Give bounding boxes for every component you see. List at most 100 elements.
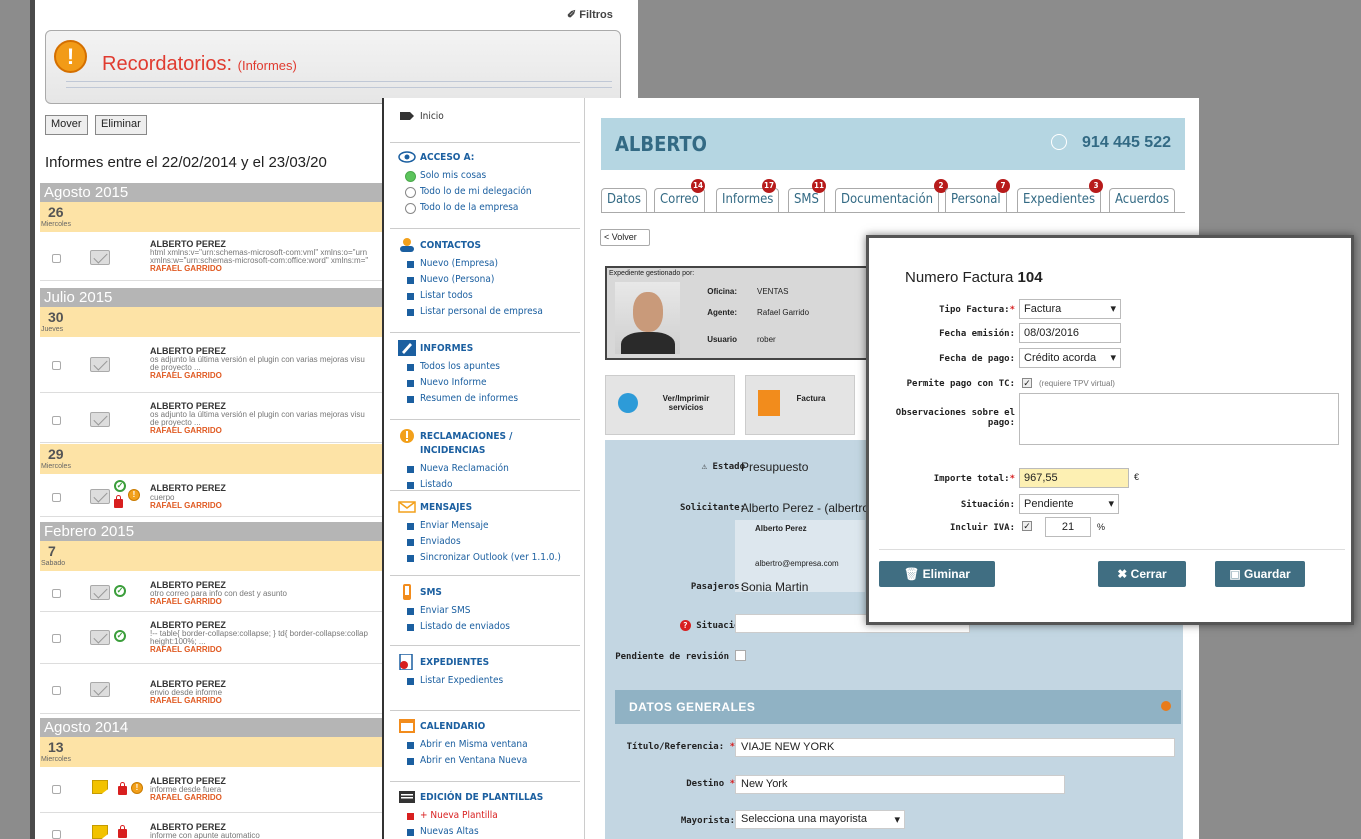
- nav-item-send-message[interactable]: Enviar Mensaje: [396, 518, 576, 534]
- save-button[interactable]: ▣ Guardar: [1215, 561, 1305, 587]
- divider: [390, 710, 580, 711]
- nav-item-all-notes[interactable]: Todos los apuntes: [396, 359, 576, 375]
- back-button[interactable]: < Volver: [600, 229, 650, 246]
- filters-label: Filtros: [579, 9, 613, 21]
- invoice-type-select[interactable]: Factura: [1019, 299, 1121, 319]
- nav-item-new-template[interactable]: + Nueva Plantilla: [396, 808, 576, 824]
- payment-date-select[interactable]: Crédito acorda: [1019, 348, 1121, 368]
- nav-item-list-files[interactable]: Listar Expedientes: [396, 673, 576, 689]
- nav-item-list-all[interactable]: Listar todos: [396, 288, 576, 304]
- tab-informes[interactable]: Informes 17: [716, 179, 780, 212]
- row-checkbox[interactable]: [52, 416, 61, 425]
- requester-value[interactable]: Alberto Perez - (albertro@: [741, 501, 881, 515]
- nav-item-new-signups[interactable]: Nuevas Altas: [396, 824, 576, 839]
- tab-acuerdos[interactable]: Acuerdos: [1109, 188, 1176, 212]
- row-checkbox[interactable]: [52, 254, 61, 263]
- close-button[interactable]: ✖ Cerrar: [1098, 561, 1186, 587]
- access-option-company[interactable]: Todo lo de la empresa: [396, 200, 576, 216]
- section-general-data: DATOS GENERALES: [615, 690, 1181, 724]
- status-select[interactable]: Pendiente: [1019, 494, 1119, 514]
- nav-home[interactable]: Inicio: [396, 110, 576, 124]
- destination-input[interactable]: New York: [735, 775, 1065, 794]
- contact-phone[interactable]: 914 445 522: [1082, 134, 1171, 152]
- nav-item-report-summary[interactable]: Resumen de informes: [396, 391, 576, 407]
- total-amount-label: Importe total:*: [933, 474, 1015, 484]
- tab-personal[interactable]: Personal 7: [945, 179, 1010, 212]
- filters-link[interactable]: ✐ Filtros: [567, 8, 613, 21]
- nav-section-contacts: CONTACTOS Nuevo (Empresa) Nuevo (Persona…: [396, 238, 576, 320]
- divider: [390, 781, 580, 782]
- payment-notes-textarea[interactable]: [1019, 393, 1339, 445]
- tab-datos[interactable]: Datos: [601, 188, 648, 212]
- nav-item-new-report[interactable]: Nuevo Informe: [396, 375, 576, 391]
- print-services-button[interactable]: Ver/Imprimir servicios: [605, 375, 735, 435]
- warning-icon: !: [54, 40, 87, 73]
- tab-expedientes[interactable]: Expedientes 3: [1017, 179, 1103, 212]
- wholesaler-select[interactable]: Selecciona una mayorista: [735, 810, 905, 829]
- tab-correo[interactable]: Correo 14: [654, 179, 705, 212]
- divider: [879, 549, 1345, 550]
- tab-label: Correo: [660, 192, 699, 207]
- day-number: 30: [48, 309, 64, 325]
- tab-sms[interactable]: SMS 11: [788, 179, 826, 212]
- modal-title: Numero Factura 104: [905, 269, 1043, 286]
- tab-documentacion[interactable]: Documentación 2: [835, 179, 948, 212]
- requester-email[interactable]: albertro@empresa.com: [755, 559, 839, 568]
- eye-icon: [398, 151, 416, 163]
- count-badge: 11: [812, 179, 826, 193]
- nav-item-sent-list[interactable]: Listado de enviados: [396, 619, 576, 635]
- divider: [390, 645, 580, 646]
- nav-item-open-new[interactable]: Abrir en Ventana Nueva: [396, 753, 576, 769]
- row-checkbox[interactable]: [52, 785, 61, 794]
- passengers-value[interactable]: Sonia Martin: [741, 580, 808, 594]
- total-amount-input[interactable]: 967,55: [1019, 468, 1129, 488]
- invoice-button[interactable]: Factura: [745, 375, 855, 435]
- row-checkbox[interactable]: [52, 686, 61, 695]
- calendar-icon: [399, 719, 415, 733]
- lock-icon: [118, 825, 127, 838]
- vat-rate-input[interactable]: 21: [1045, 517, 1091, 537]
- nav-item-sync-outlook[interactable]: Sincronizar Outlook (ver 1.1.0.): [396, 550, 576, 566]
- weekday: Miercoles: [41, 463, 71, 470]
- move-button[interactable]: Mover: [45, 115, 88, 135]
- issue-date-input[interactable]: 08/03/2016: [1019, 323, 1121, 343]
- row-checkbox[interactable]: [52, 361, 61, 370]
- nav-section-messages: MENSAJES Enviar Mensaje Enviados Sincron…: [396, 501, 576, 566]
- nav-item-new-person[interactable]: Nuevo (Persona): [396, 272, 576, 288]
- title-label-text: Título/Referencia:: [626, 742, 725, 752]
- row-checkbox[interactable]: [52, 493, 61, 502]
- nav-section-title: SMS: [420, 587, 442, 598]
- destination-label-text: Destino: [686, 779, 725, 789]
- nav-item-new-company[interactable]: Nuevo (Empresa): [396, 256, 576, 272]
- title-input[interactable]: VIAJE NEW YORK: [735, 738, 1175, 757]
- pencil-icon: [398, 340, 416, 356]
- weekday: Miercoles: [41, 756, 71, 763]
- nav-section-calendar: CALENDARIO Abrir en Misma ventana Abrir …: [396, 719, 576, 769]
- nav-item-new-claim[interactable]: Nueva Reclamación: [396, 461, 576, 477]
- check-icon: [618, 393, 638, 413]
- status-label: Situación:: [960, 500, 1015, 510]
- delete-button[interactable]: 🗑 Eliminar: [879, 561, 995, 587]
- delete-button[interactable]: Eliminar: [95, 115, 147, 135]
- day-number: 7: [48, 543, 56, 559]
- access-option-delegation[interactable]: Todo lo de mi delegación: [396, 184, 576, 200]
- invoice-icon: [758, 390, 780, 416]
- row-checkbox[interactable]: [52, 634, 61, 643]
- access-option-mine[interactable]: Solo mis cosas: [396, 168, 576, 184]
- state-value[interactable]: Presupuesto: [741, 460, 808, 474]
- nav-item-send-sms[interactable]: Enviar SMS: [396, 603, 576, 619]
- nav-item-open-same[interactable]: Abrir en Misma ventana: [396, 737, 576, 753]
- card-payment-checkbox[interactable]: ✓: [1022, 378, 1032, 388]
- pending-review-checkbox[interactable]: [735, 650, 746, 661]
- nav-item-list-staff[interactable]: Listar personal de empresa: [396, 304, 576, 320]
- divider: [390, 142, 580, 143]
- invoice-label: Factura: [796, 394, 826, 403]
- nav-section-templates: EDICIÓN DE PLANTILLAS + Nueva Plantilla …: [396, 791, 576, 839]
- row-checkbox[interactable]: [52, 830, 61, 839]
- envelope-icon: [90, 412, 110, 427]
- nav-item-sent[interactable]: Enviados: [396, 534, 576, 550]
- section-title: DATOS GENERALES: [629, 700, 756, 714]
- nav-section-files: EXPEDIENTES Listar Expedientes: [396, 654, 576, 689]
- row-checkbox[interactable]: [52, 589, 61, 598]
- vat-checkbox[interactable]: ✓: [1022, 521, 1032, 531]
